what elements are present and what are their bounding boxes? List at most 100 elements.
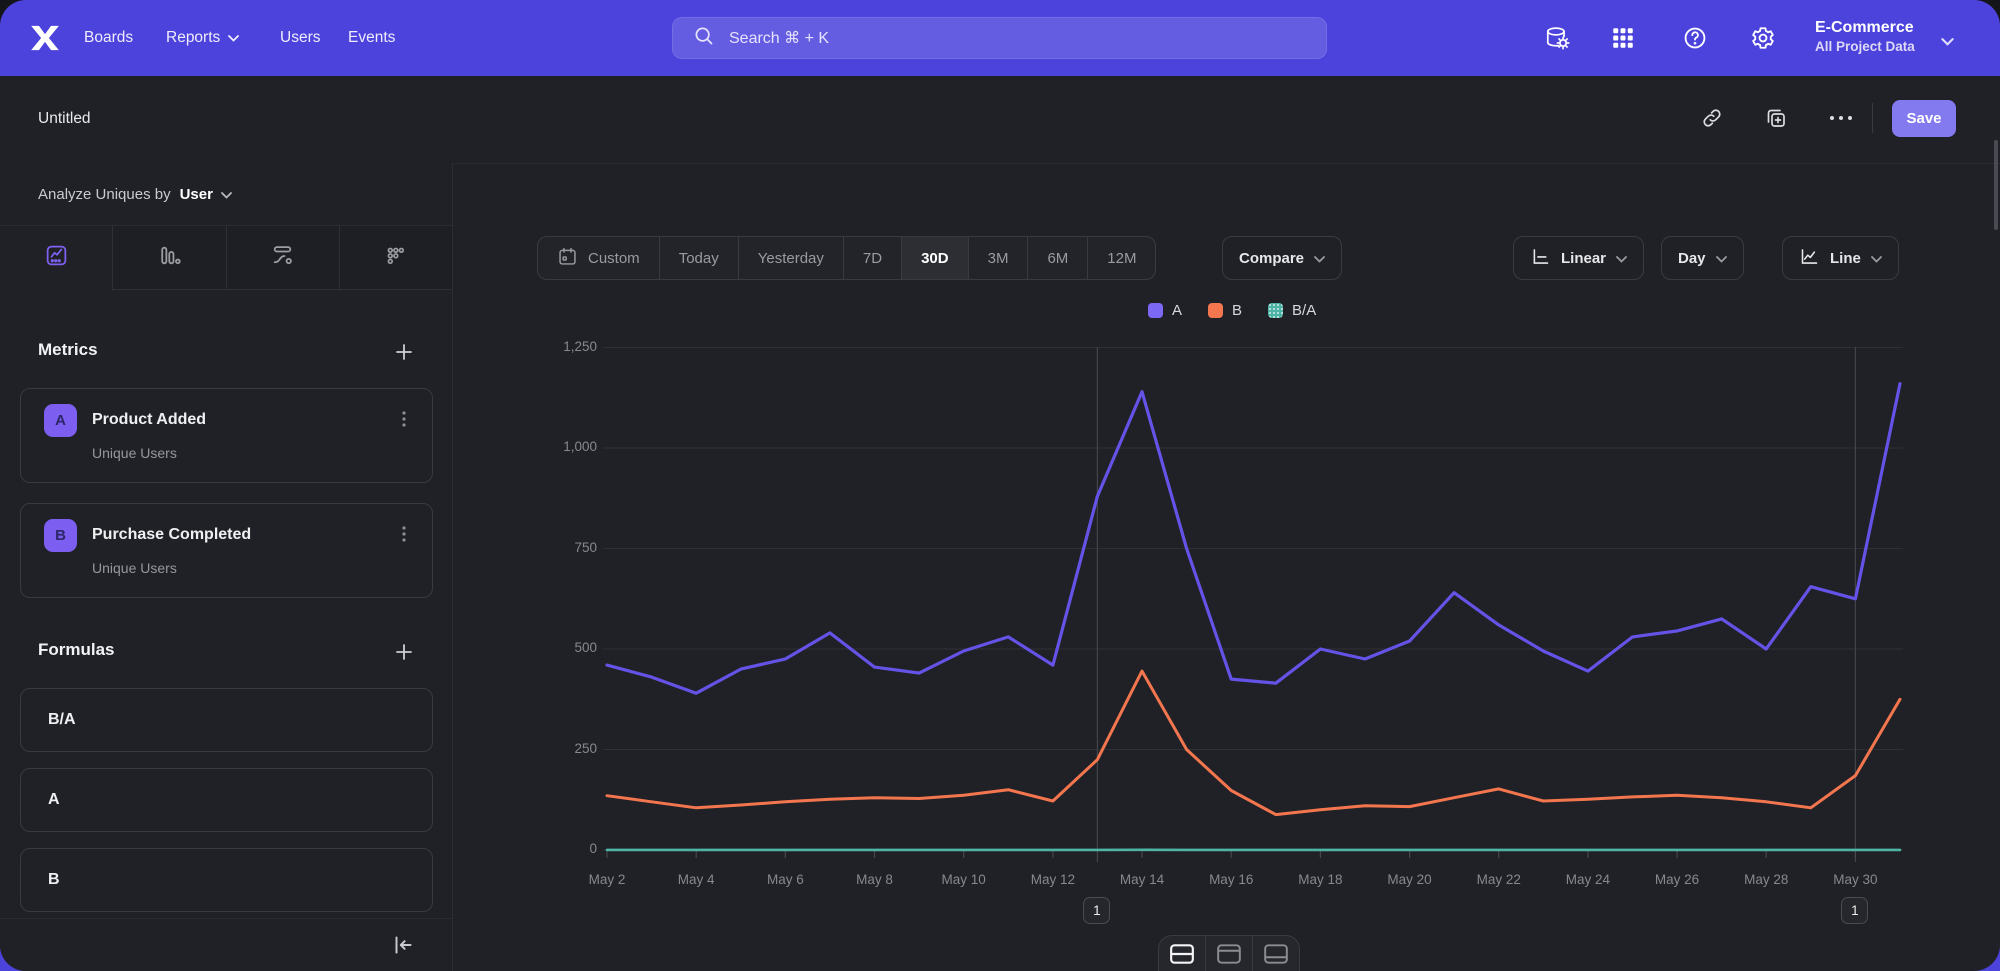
tab-bar-chart[interactable] bbox=[113, 226, 226, 290]
range-12m[interactable]: 12M bbox=[1088, 237, 1155, 279]
mixpanel-logo-icon[interactable] bbox=[26, 22, 64, 59]
x-axis-label: May 30 bbox=[1813, 872, 1897, 887]
compare-dropdown[interactable]: Compare bbox=[1222, 236, 1342, 280]
analyze-by-dropdown[interactable]: User bbox=[180, 186, 232, 203]
layout-bottom-button[interactable] bbox=[1253, 936, 1299, 971]
nav-item-boards[interactable]: Boards bbox=[84, 0, 133, 76]
help-icon[interactable] bbox=[1682, 25, 1708, 51]
report-title[interactable]: Untitled bbox=[38, 110, 91, 128]
nav-item-events[interactable]: Events bbox=[348, 0, 395, 76]
scrollbar[interactable] bbox=[1994, 140, 1998, 230]
formula-card[interactable]: B/A bbox=[20, 688, 433, 752]
kebab-menu-icon[interactable] bbox=[394, 409, 416, 431]
collapse-sidebar-icon[interactable] bbox=[390, 932, 418, 960]
save-button[interactable]: Save bbox=[1892, 100, 1956, 137]
y-axis-label: 1,000 bbox=[497, 439, 597, 454]
x-axis-label: May 10 bbox=[922, 872, 1006, 887]
nav-item-label: Reports bbox=[166, 29, 220, 47]
metric-measure[interactable]: Unique Users bbox=[92, 560, 177, 576]
panel-layout-toggle bbox=[1158, 935, 1300, 971]
header-divider bbox=[1872, 103, 1873, 133]
range-label: Custom bbox=[588, 250, 640, 267]
x-axis-label: May 2 bbox=[565, 872, 649, 887]
x-axis-label: May 14 bbox=[1100, 872, 1184, 887]
range-3m[interactable]: 3M bbox=[969, 237, 1029, 279]
range-30d[interactable]: 30D bbox=[902, 237, 969, 279]
project-switcher[interactable]: E-Commerce All Project Data bbox=[1815, 17, 1915, 55]
x-axis-label: May 8 bbox=[833, 872, 917, 887]
range-label: Yesterday bbox=[758, 250, 824, 267]
search-icon bbox=[693, 25, 715, 52]
copy-link-icon[interactable] bbox=[1700, 106, 1724, 130]
search-input[interactable]: Search ⌘ + K bbox=[672, 17, 1327, 59]
metric-card-a[interactable]: A Product Added Unique Users bbox=[20, 388, 433, 483]
chevron-down-icon bbox=[221, 186, 232, 203]
x-axis-label: May 12 bbox=[1011, 872, 1095, 887]
line-chart[interactable] bbox=[453, 290, 2000, 971]
retention-dots-icon bbox=[383, 243, 408, 273]
chart-type-dropdown[interactable]: Line bbox=[1782, 236, 1899, 280]
top-nav-bar: Boards Reports Users Events Search ⌘ + K bbox=[0, 0, 2000, 76]
chart-type-label: Line bbox=[1830, 250, 1861, 267]
nav-item-reports[interactable]: Reports bbox=[166, 0, 239, 76]
line-chart-icon bbox=[1799, 246, 1820, 271]
interval-dropdown[interactable]: Day bbox=[1661, 236, 1744, 280]
layout-bottom-icon bbox=[1263, 943, 1289, 970]
interval-label: Day bbox=[1678, 250, 1706, 267]
range-label: 30D bbox=[921, 250, 949, 267]
calendar-icon bbox=[557, 246, 578, 271]
scale-label: Linear bbox=[1561, 250, 1606, 267]
annotation-badge[interactable]: 1 bbox=[1083, 897, 1110, 924]
analyze-label: Analyze Uniques by bbox=[38, 186, 171, 203]
x-axis-label: May 24 bbox=[1546, 872, 1630, 887]
range-yesterday[interactable]: Yesterday bbox=[739, 237, 844, 279]
search-placeholder: Search ⌘ + K bbox=[729, 28, 829, 48]
add-formula-button[interactable] bbox=[392, 640, 418, 666]
x-axis-label: May 28 bbox=[1724, 872, 1808, 887]
chevron-down-icon bbox=[1616, 250, 1627, 267]
compare-label: Compare bbox=[1239, 250, 1304, 267]
formula-card[interactable]: A bbox=[20, 768, 433, 832]
more-options-icon[interactable] bbox=[1824, 106, 1860, 130]
formula-name: A bbox=[48, 791, 60, 809]
y-axis-label: 250 bbox=[497, 741, 597, 756]
duplicate-icon[interactable] bbox=[1764, 106, 1788, 130]
sidebar-footer-divider bbox=[0, 918, 452, 919]
range-6m[interactable]: 6M bbox=[1028, 237, 1088, 279]
settings-gear-icon[interactable] bbox=[1750, 25, 1776, 51]
metric-card-b[interactable]: B Purchase Completed Unique Users bbox=[20, 503, 433, 598]
tab-retention[interactable] bbox=[340, 226, 452, 290]
metric-measure[interactable]: Unique Users bbox=[92, 445, 177, 461]
analyze-value: User bbox=[180, 186, 213, 203]
x-axis-label: May 26 bbox=[1635, 872, 1719, 887]
tab-insights-line[interactable] bbox=[0, 226, 113, 290]
chevron-down-icon bbox=[1314, 250, 1325, 267]
range-custom[interactable]: Custom bbox=[538, 237, 660, 279]
chevron-down-icon[interactable] bbox=[1941, 33, 1954, 51]
series-line-B bbox=[607, 671, 1900, 815]
data-management-icon[interactable] bbox=[1544, 25, 1570, 51]
metrics-section-title: Metrics bbox=[38, 340, 98, 360]
chevron-down-icon bbox=[1716, 250, 1727, 267]
chevron-down-icon bbox=[1871, 250, 1882, 267]
bar-chart-icon bbox=[157, 243, 182, 273]
range-today[interactable]: Today bbox=[660, 237, 739, 279]
apps-grid-icon[interactable] bbox=[1610, 25, 1636, 51]
range-7d[interactable]: 7D bbox=[844, 237, 902, 279]
range-label: 6M bbox=[1047, 250, 1068, 267]
x-axis-label: May 22 bbox=[1457, 872, 1541, 887]
y-axis-label: 500 bbox=[497, 640, 597, 655]
tab-flows[interactable] bbox=[227, 226, 340, 290]
annotation-badge[interactable]: 1 bbox=[1841, 897, 1868, 924]
metric-name: Purchase Completed bbox=[92, 526, 251, 544]
metric-name: Product Added bbox=[92, 411, 206, 429]
nav-item-users[interactable]: Users bbox=[280, 0, 320, 76]
formula-card[interactable]: B bbox=[20, 848, 433, 912]
x-axis-label: May 18 bbox=[1278, 872, 1362, 887]
layout-top-button[interactable] bbox=[1206, 936, 1253, 971]
analyze-row: Analyze Uniques by User bbox=[0, 163, 453, 226]
add-metric-button[interactable] bbox=[392, 340, 418, 366]
kebab-menu-icon[interactable] bbox=[394, 524, 416, 546]
layout-split-button[interactable] bbox=[1159, 936, 1206, 971]
scale-dropdown[interactable]: Linear bbox=[1513, 236, 1644, 280]
